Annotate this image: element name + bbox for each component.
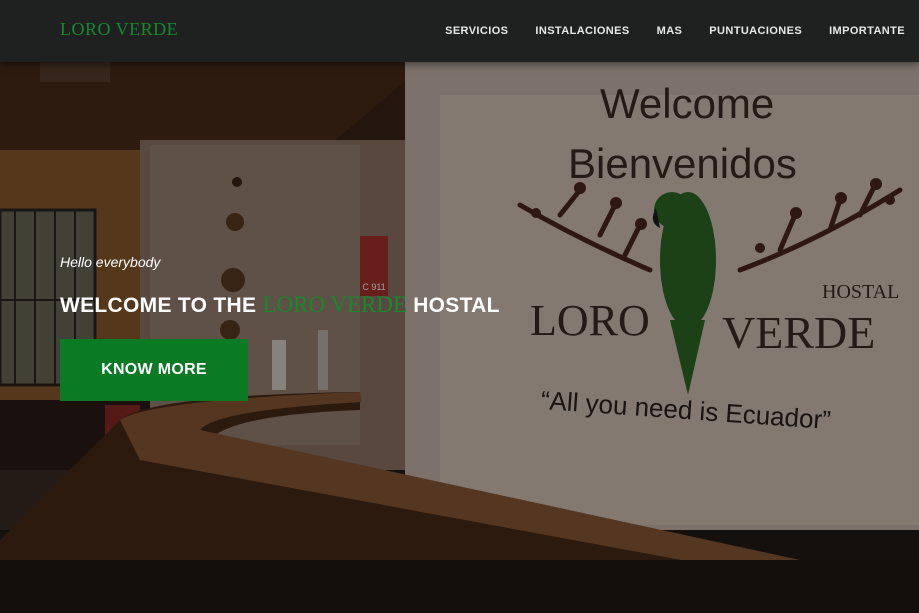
hero-title-brand: LORO VERDE bbox=[262, 292, 408, 317]
navbar: LORO VERDE SERVICIOS INSTALACIONES MAS P… bbox=[0, 0, 919, 62]
nav-link-servicios[interactable]: SERVICIOS bbox=[432, 25, 522, 37]
hero-title-suffix: HOSTAL bbox=[407, 294, 500, 317]
nav-link-importante[interactable]: IMPORTANTE bbox=[816, 25, 905, 37]
hero-greeting: Hello everybody bbox=[60, 254, 161, 270]
nav-link-mas[interactable]: MAS bbox=[643, 25, 696, 37]
brand-logo-link[interactable]: LORO VERDE bbox=[60, 19, 178, 40]
page: C 911 Welcome Bienvenidos LORO VERDE HOS… bbox=[0, 0, 919, 613]
hero-title: WELCOME TO THE LORO VERDE HOSTAL bbox=[60, 292, 500, 318]
nav-link-instalaciones[interactable]: INSTALACIONES bbox=[522, 25, 643, 37]
main-nav: SERVICIOS INSTALACIONES MAS PUNTUACIONES… bbox=[432, 0, 905, 62]
hero-title-prefix: WELCOME TO THE bbox=[60, 294, 263, 317]
nav-link-puntuaciones[interactable]: PUNTUACIONES bbox=[696, 25, 816, 37]
know-more-button[interactable]: KNOW MORE bbox=[60, 339, 248, 401]
